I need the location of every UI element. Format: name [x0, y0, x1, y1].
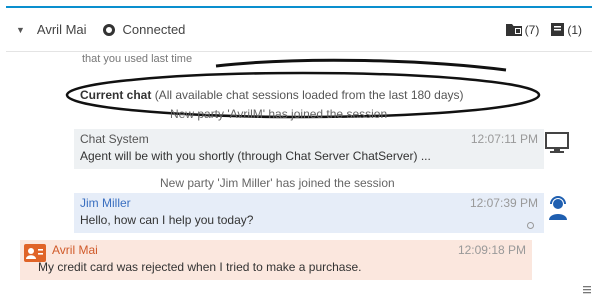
monitor-icon [545, 132, 569, 153]
message-time: 12:07:11 PM [470, 132, 538, 146]
folder-icon [505, 24, 522, 36]
customer-message: Avril Mai 12:09:18 PM My credit card was… [20, 240, 532, 280]
message-text: Agent will be with you shortly (through … [80, 149, 431, 163]
agent-message: Jim Miller 12:07:39 PM Hello, how can I … [74, 193, 544, 233]
case-data-count: (7) [524, 22, 540, 37]
case-data-counter[interactable]: (7) [505, 22, 540, 37]
agent-headset-icon [549, 196, 567, 220]
notes-count: (1) [567, 22, 582, 37]
message-time: 12:09:18 PM [457, 243, 526, 257]
notes-counter[interactable]: (1) [551, 23, 582, 37]
message-sender: Avril Mai [52, 243, 98, 257]
message-sender: Chat System [80, 132, 149, 146]
current-chat-heading: Current chat (All available chat session… [80, 88, 464, 102]
join-notice: New party 'Jim Miller' has joined the se… [160, 176, 395, 190]
chat-transcript[interactable]: that you used last time Current chat (Al… [6, 52, 592, 294]
interaction-header: ▼ Avril Mai Connected (7) (1) [6, 8, 592, 52]
status-label: Connected [122, 22, 186, 37]
connected-status-icon [102, 23, 115, 36]
current-chat-subtitle: (All available chat sessions loaded from… [154, 88, 464, 102]
collapse-caret-icon[interactable]: ▼ [16, 25, 25, 35]
message-text: My credit card was rejected when I tried… [38, 260, 362, 274]
message-time: 12:07:39 PM [469, 196, 538, 210]
document-icon [551, 23, 565, 36]
message-text: Hello, how can I help you today? [80, 213, 254, 227]
party-name: Avril Mai [36, 22, 87, 37]
connection-status: Connected [102, 22, 186, 37]
customer-contact-icon [24, 244, 46, 262]
current-chat-title: Current chat [80, 88, 152, 102]
read-receipt-icon [527, 222, 534, 229]
resize-handle-icon[interactable] [582, 284, 592, 294]
join-notice: New party 'AvrilM' has joined the sessio… [170, 107, 388, 121]
system-message: Chat System 12:07:11 PM Agent will be wi… [74, 129, 544, 169]
